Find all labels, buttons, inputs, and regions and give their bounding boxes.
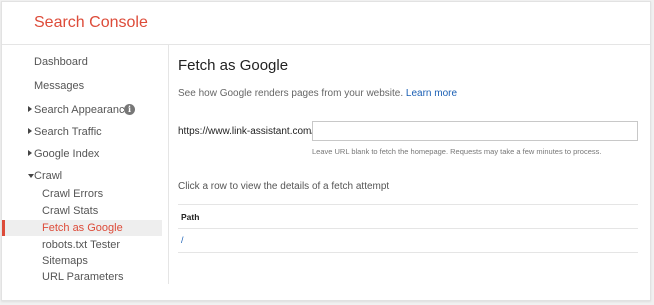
page-description: See how Google renders pages from your w… [178, 88, 457, 99]
sidebar-item-crawl[interactable]: Crawl [2, 168, 162, 184]
sidebar-item-label: Messages [34, 80, 85, 92]
main-content: Fetch as Google See how Google renders p… [178, 44, 650, 300]
table-divider [178, 204, 638, 205]
sidebar-item-label: Fetch as Google [42, 222, 123, 234]
table-divider [178, 252, 638, 253]
url-input[interactable] [312, 121, 638, 141]
sidebar-item-label: Crawl Stats [42, 205, 99, 217]
sidebar-item-fetch-as-google[interactable]: Fetch as Google [2, 220, 162, 236]
sidebar-item-label: Dashboard [34, 56, 88, 68]
table-row[interactable]: / [178, 230, 638, 250]
sidebar-item-sitemaps[interactable]: Sitemaps [2, 253, 162, 269]
sidebar-item-label: URL Parameters [42, 271, 124, 283]
caret-right-icon [28, 128, 32, 134]
sidebar-item-search-traffic[interactable]: Search Traffic [2, 124, 162, 140]
sidebar-item-crawl-stats[interactable]: Crawl Stats [2, 203, 162, 219]
caret-right-icon [28, 106, 32, 112]
sidebar: Dashboard Messages Search Appearance i S… [2, 44, 169, 284]
learn-more-link[interactable]: Learn more [406, 88, 457, 99]
sidebar-item-label: Search Traffic [34, 126, 102, 138]
app-window: Search Console Dashboard Messages Search… [1, 1, 651, 301]
url-prefix: https://www.link-assistant.com/ [178, 126, 315, 137]
sidebar-item-crawl-errors[interactable]: Crawl Errors [2, 186, 162, 202]
sidebar-item-label: Crawl Errors [42, 188, 104, 200]
active-indicator [2, 220, 5, 236]
sidebar-item-label: robots.txt Tester [42, 239, 121, 251]
table-instructions: Click a row to view the details of a fet… [178, 181, 390, 192]
sidebar-item-label: Sitemaps [42, 255, 88, 267]
sidebar-item-google-index[interactable]: Google Index [2, 146, 162, 162]
row-path[interactable]: / [181, 235, 184, 245]
caret-right-icon [28, 150, 32, 156]
column-header-path: Path [181, 212, 200, 222]
description-text: See how Google renders pages from your w… [178, 88, 404, 99]
sidebar-item-search-appearance[interactable]: Search Appearance i [2, 102, 162, 118]
page-title: Fetch as Google [178, 57, 289, 74]
info-icon[interactable]: i [124, 104, 135, 115]
sidebar-item-label: Search Appearance [34, 104, 131, 116]
header: Search Console [2, 2, 650, 45]
sidebar-item-robots-txt-tester[interactable]: robots.txt Tester [2, 237, 162, 253]
sidebar-item-label: Google Index [34, 148, 100, 160]
sidebar-item-dashboard[interactable]: Dashboard [2, 54, 162, 70]
sidebar-item-url-parameters[interactable]: URL Parameters [2, 269, 162, 285]
url-hint: Leave URL blank to fetch the homepage. R… [312, 147, 602, 156]
sidebar-item-messages[interactable]: Messages [2, 78, 162, 94]
sidebar-item-label: Crawl [34, 170, 63, 182]
table-divider [178, 228, 638, 229]
app-title[interactable]: Search Console [34, 14, 148, 32]
